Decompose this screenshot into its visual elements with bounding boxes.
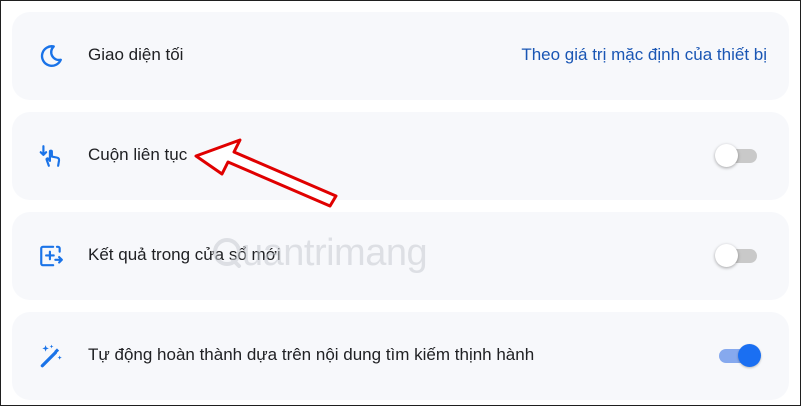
setting-continuous-scroll[interactable]: Cuộn liên tục (12, 112, 789, 200)
autocomplete-label: Tự động hoàn thành dựa trên nội dung tìm… (88, 345, 535, 364)
toggle-thumb (715, 244, 738, 267)
dark-mode-value[interactable]: Theo giá trị mặc định của thiết bị (521, 45, 767, 65)
open-in-new-window-icon (38, 243, 64, 269)
scroll-hand-icon (38, 143, 64, 169)
annotation-arrow-icon (194, 138, 338, 208)
autocomplete-toggle[interactable] (715, 343, 761, 367)
setting-dark-mode[interactable]: Giao diện tối Theo giá trị mặc định của … (12, 12, 789, 100)
watermark-text: uantrimang (242, 232, 428, 274)
dark-mode-label: Giao diện tối (88, 45, 184, 64)
moon-icon (38, 43, 64, 69)
toggle-thumb (738, 344, 761, 367)
open-new-window-toggle[interactable] (715, 243, 761, 267)
continuous-scroll-toggle[interactable] (715, 143, 761, 167)
setting-autocomplete[interactable]: Tự động hoàn thành dựa trên nội dung tìm… (12, 312, 789, 400)
continuous-scroll-label: Cuộn liên tục (88, 145, 188, 164)
watermark-logo-icon (213, 238, 241, 268)
magic-wand-icon (38, 343, 64, 369)
toggle-thumb (715, 144, 738, 167)
watermark: uantrimang (212, 232, 428, 275)
